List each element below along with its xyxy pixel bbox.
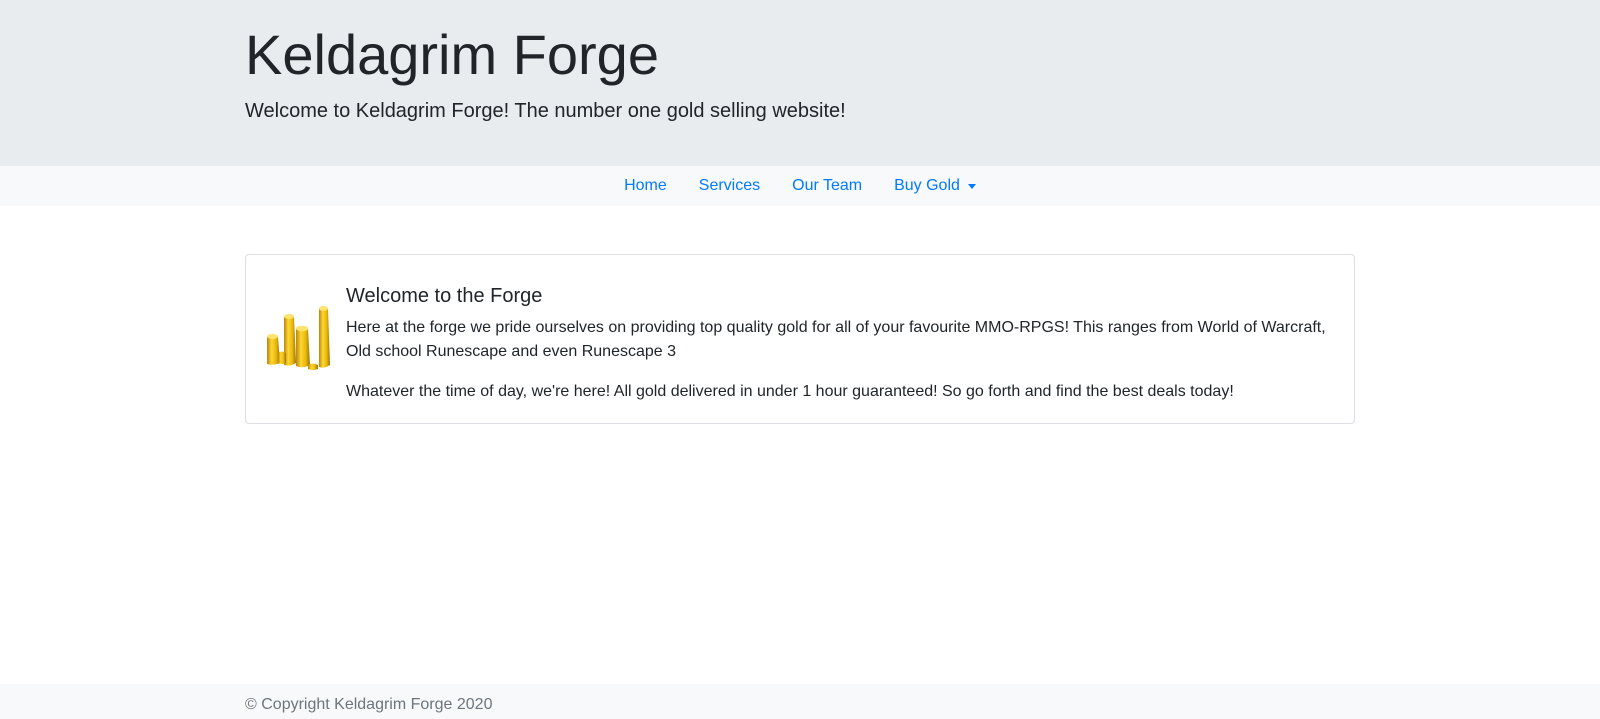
buy-gold-label: Buy Gold — [894, 177, 960, 194]
main-navbar: Home Services Our Team Buy Gold — [0, 166, 1600, 206]
nav-list: Home Services Our Team Buy Gold — [608, 166, 992, 206]
card-heading: Welcome to the Forge — [346, 285, 543, 307]
jumbotron-header: Keldagrim Forge Welcome to Keldagrim For… — [0, 0, 1600, 166]
nav-item-buy-gold: Buy Gold — [878, 166, 992, 206]
caret-down-icon — [967, 184, 976, 189]
copyright-text: © Copyright Keldagrim Forge 2020 — [245, 696, 493, 713]
site-lead-text: Welcome to Keldagrim Forge! The number o… — [245, 100, 846, 122]
site-title: Keldagrim Forge — [245, 23, 659, 86]
page-footer: © Copyright Keldagrim Forge 2020 — [0, 684, 1600, 719]
nav-link-our-team[interactable]: Our Team — [776, 166, 878, 206]
nav-item-home: Home — [608, 166, 683, 206]
nav-link-home[interactable]: Home — [608, 166, 683, 206]
nav-item-services: Services — [683, 166, 776, 206]
nav-link-services[interactable]: Services — [683, 166, 776, 206]
nav-item-our-team: Our Team — [776, 166, 878, 206]
card-paragraph-intro: Here at the forge we pride ourselves on … — [346, 319, 1326, 360]
card-paragraph-delivery: Whatever the time of day, we're here! Al… — [346, 383, 1234, 400]
welcome-card: Welcome to the Forge Here at the forge w… — [245, 254, 1355, 424]
gold-bars-icon — [267, 306, 330, 370]
card-body: Welcome to the Forge Here at the forge w… — [346, 283, 1336, 420]
buy-gold-dropdown-toggle[interactable]: Buy Gold — [878, 166, 992, 206]
